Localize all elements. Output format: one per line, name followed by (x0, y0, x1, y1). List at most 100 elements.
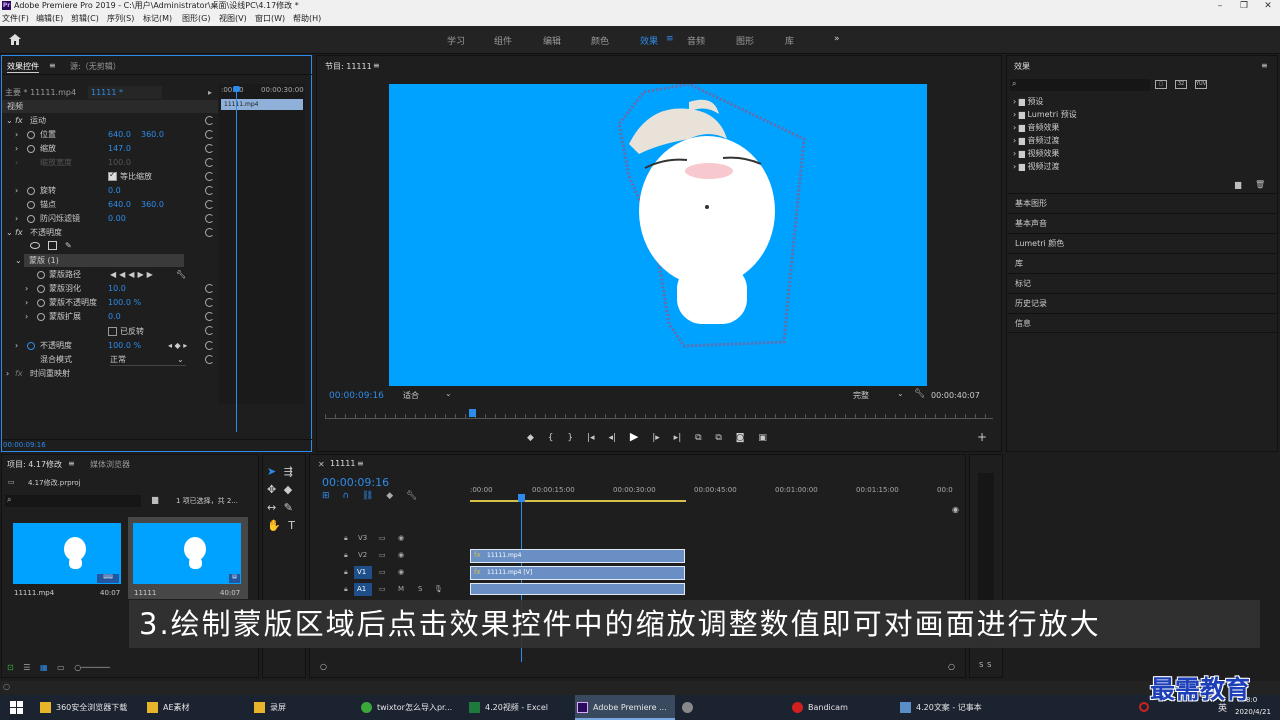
go-to-out-icon[interactable]: ▸| (674, 433, 682, 443)
play-icon[interactable]: ▶ (630, 430, 638, 443)
minimize-icon[interactable]: – (1208, 0, 1232, 12)
button-editor-icon[interactable]: + (977, 430, 987, 444)
panel-info[interactable]: 信息 (1007, 313, 1277, 333)
clip-a1[interactable] (470, 583, 685, 595)
panel-history[interactable]: 历史记录 (1007, 293, 1277, 313)
tab-sequence[interactable]: 11111 (330, 459, 355, 468)
taskbar-item-twixtor[interactable]: twixtor怎么导入pr... (359, 695, 463, 720)
anchor-y-value[interactable]: 360.0 (141, 198, 164, 211)
lock-icon[interactable]: 🔒︎ (344, 585, 348, 594)
timeline-menu-icon[interactable]: ≡ (357, 459, 364, 468)
timeline-timecode[interactable]: 00:00:09:16 (322, 476, 389, 489)
reset-rotation-icon[interactable] (205, 186, 214, 195)
menu-marker[interactable]: 标记(M) (143, 12, 172, 26)
workspace-editing[interactable]: 编辑 (543, 34, 561, 47)
step-back-icon[interactable]: ◂| (608, 433, 616, 443)
menu-clip[interactable]: 剪辑(C) (71, 12, 99, 26)
sync-lock-icon[interactable]: ▭ (379, 551, 386, 559)
rotation-value[interactable]: 0.0 (108, 184, 121, 197)
workspace-effects[interactable]: 效果 (640, 34, 658, 47)
fx-toggle-motion[interactable]: fx (15, 114, 23, 127)
reset-inverted-icon[interactable] (205, 326, 214, 335)
clock-date[interactable]: 2020/4/21 (1235, 708, 1271, 716)
eye-icon[interactable]: ◉ (398, 534, 404, 542)
program-menu-icon[interactable]: ≡ (373, 61, 380, 70)
blend-mode-select[interactable]: 正常 (110, 353, 186, 366)
workspace-graphics[interactable]: 图形 (736, 34, 754, 47)
ellipse-mask-icon[interactable] (30, 242, 40, 249)
effects-folder-audio-transitions[interactable]: › ▆ 音频过渡 (1013, 135, 1059, 146)
pen-mask-icon[interactable]: ✎ (65, 239, 72, 252)
solo-icon[interactable]: S (418, 585, 422, 593)
effects-menu-icon[interactable]: ≡ (1261, 61, 1268, 70)
project-thumbnail[interactable]: ▤ (133, 523, 241, 584)
opacity-stopwatch-icon[interactable] (27, 342, 35, 350)
ec-playhead-handle[interactable] (233, 86, 240, 92)
project-search-input[interactable]: ⌕ (5, 495, 141, 507)
reset-mask-expansion-icon[interactable] (205, 312, 214, 321)
ripple-edit-tool-icon[interactable]: ✥ (267, 483, 276, 496)
hand-tool-icon[interactable]: ✋ (267, 519, 281, 532)
panel-libraries[interactable]: 库 (1007, 253, 1277, 273)
timeline-h-scrollbar[interactable]: ○ ○ (320, 662, 960, 671)
work-area-bar[interactable] (470, 500, 686, 502)
windows-start-icon[interactable] (10, 701, 23, 714)
taskbar-item-premiere[interactable]: Adobe Premiere ... (575, 695, 675, 720)
comparison-view-icon[interactable]: ▣ (758, 433, 767, 443)
taskbar-item-screen-record[interactable]: 录屏 (252, 695, 348, 720)
project-thumbnail[interactable]: ▤▤ (13, 523, 121, 584)
workspace-assembly[interactable]: 组件 (494, 34, 512, 47)
icon-view-icon[interactable]: ▦ (40, 663, 48, 672)
effects-title[interactable]: 效果 (1014, 61, 1030, 72)
workspace-audio[interactable]: 音频 (687, 34, 705, 47)
freeform-view-icon[interactable]: ▭ (57, 663, 65, 672)
slip-tool-icon[interactable]: ↔ (267, 501, 276, 514)
expand-mask-icon[interactable]: ⌄ (15, 254, 22, 267)
effect-controls-menu-icon[interactable]: ≡ (49, 61, 56, 70)
timeline-close-icon[interactable]: ✕ (318, 460, 325, 469)
expand-scale-icon[interactable]: › (15, 142, 18, 155)
track-label[interactable]: A1 (354, 583, 372, 596)
program-scrubber[interactable] (325, 409, 993, 419)
expand-motion-icon[interactable]: ⌄ (6, 114, 13, 127)
mask-opacity-value[interactable]: 100.0 % (108, 296, 141, 309)
lock-icon[interactable]: 🔒︎ (344, 551, 348, 560)
menu-help[interactable]: 帮助(H) (293, 12, 321, 26)
reset-scale-icon[interactable] (205, 144, 214, 153)
yuv-icon[interactable]: YUV (1195, 80, 1207, 89)
settings-wrench-icon[interactable]: 🔧︎ (914, 389, 925, 399)
panel-essential-sound[interactable]: 基本声音 (1007, 213, 1277, 233)
mask-feather-stopwatch-icon[interactable] (37, 285, 45, 293)
project-item-name[interactable]: 11111 (134, 589, 156, 597)
panel-essential-graphics[interactable]: 基本图形 (1007, 193, 1277, 213)
eye-icon[interactable]: ◉ (398, 551, 404, 559)
expand-opacity-icon[interactable]: › (15, 339, 18, 352)
workspace-learn[interactable]: 学习 (447, 34, 465, 47)
v-scroll-top-handle[interactable]: ◉ (952, 505, 959, 514)
solo-right-button[interactable]: S (987, 661, 991, 669)
solo-left-button[interactable]: S (979, 661, 983, 669)
track-label[interactable]: V1 (354, 566, 372, 579)
snap-icon[interactable]: ∩ (342, 491, 349, 501)
ec-playhead[interactable] (236, 87, 237, 432)
step-forward-icon[interactable]: |▸ (652, 433, 660, 443)
zoom-slider[interactable]: ○────── (74, 663, 110, 672)
expand-flicker-icon[interactable]: › (15, 212, 18, 225)
effects-folder-video-transitions[interactable]: › ▆ 视频过渡 (1013, 161, 1059, 172)
32bit-icon[interactable]: 32 (1175, 80, 1187, 89)
mask-feather-value[interactable]: 10.0 (108, 282, 126, 295)
mute-icon[interactable]: M (398, 585, 404, 593)
expand-mask-opacity-icon[interactable]: › (25, 296, 28, 309)
mark-in-icon[interactable]: { (548, 433, 554, 443)
panel-lumetri-color[interactable]: Lumetri 颜色 (1007, 233, 1277, 253)
track-select-tool-icon[interactable]: ⇶ (284, 465, 293, 478)
mask-opacity-stopwatch-icon[interactable] (37, 299, 45, 307)
mask-label[interactable]: 蒙版 (1) (29, 254, 59, 267)
timeline-ruler[interactable]: :00:00 00:00:15:00 00:00:30:00 00:00:45:… (470, 483, 954, 503)
eye-icon[interactable]: ◉ (398, 568, 404, 576)
lock-icon[interactable]: 🔒︎ (344, 568, 348, 577)
go-to-in-icon[interactable]: |◂ (587, 433, 595, 443)
linked-selection-icon[interactable]: ⛓︎ (362, 491, 373, 501)
tab-media-browser[interactable]: 媒体浏览器 (90, 459, 130, 470)
scroll-handle-left[interactable]: ○ (320, 662, 327, 671)
